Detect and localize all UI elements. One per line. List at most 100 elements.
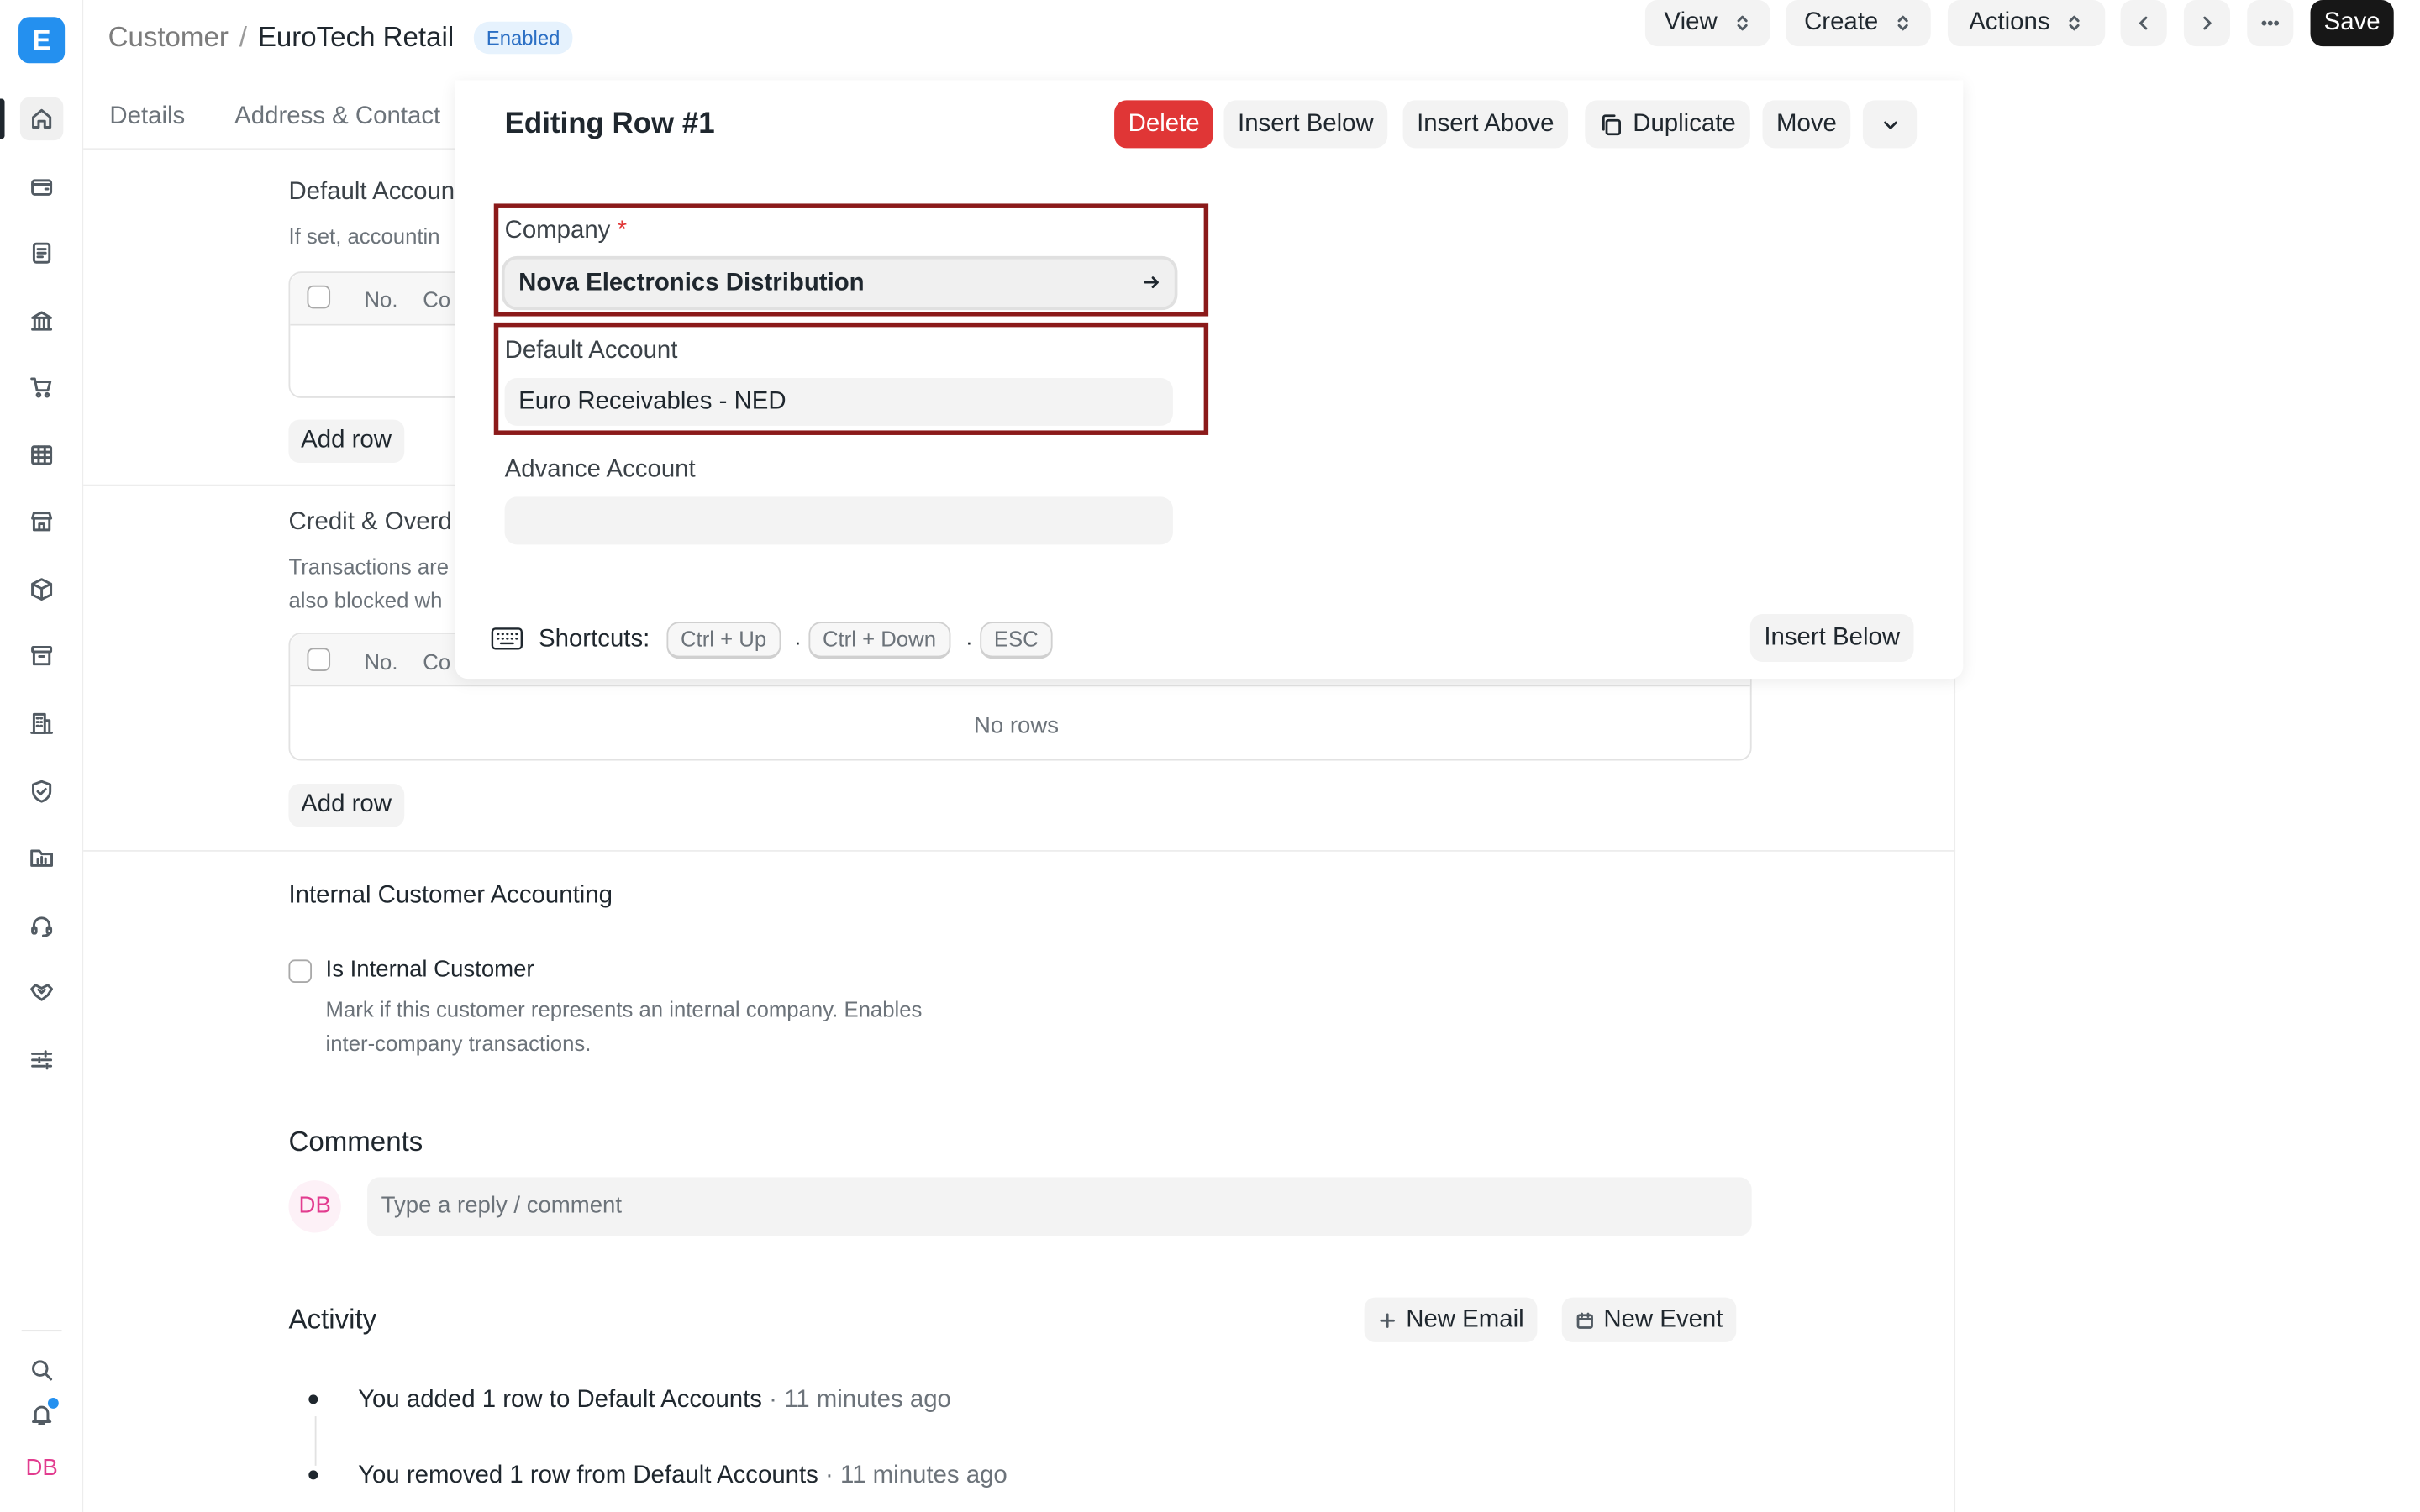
notification-dot [47,1398,59,1409]
user-avatar[interactable]: DB [20,1447,63,1490]
select-all-checkbox[interactable] [307,648,331,671]
duplicate-row-button[interactable]: Duplicate [1585,100,1750,149]
tab-details[interactable]: Details [109,103,185,131]
actions-label: Actions [1969,9,2050,36]
duplicate-label: Duplicate [1633,111,1736,138]
company-label: Company * [505,218,627,245]
more-options-button[interactable] [2247,0,2294,47]
package-icon[interactable] [20,568,63,611]
footer-insert-below-button[interactable]: Insert Below [1749,614,1914,662]
new-event-label: New Event [1603,1305,1723,1332]
activity-title: Activity [288,1304,377,1335]
new-email-button[interactable]: New Email [1364,1297,1539,1342]
insert-above-button[interactable]: Insert Above [1402,100,1569,149]
sliders-icon[interactable] [20,1038,63,1081]
default-accounts-title: Default Accoun [288,179,455,206]
shortcuts-label: Shortcuts: [539,626,650,653]
move-row-button[interactable]: Move [1762,100,1851,149]
new-event-button[interactable]: New Event [1561,1297,1737,1342]
comments-title: Comments [288,1126,424,1158]
add-row-button[interactable]: Add row [288,784,404,827]
store-icon[interactable] [20,500,63,543]
bank-icon[interactable] [20,299,63,342]
shortcut-ctrl-up: Ctrl + Up [666,622,781,659]
section-divider [83,850,1956,852]
is-internal-customer-checkbox[interactable] [288,959,313,983]
advance-account-input[interactable] [504,496,1173,545]
is-internal-customer-label[interactable]: Is Internal Customer [326,957,534,983]
column-company: Co [423,649,451,675]
shortcut-ctrl-down: Ctrl + Down [808,622,950,659]
chevron-updown-icon [1736,15,1748,31]
view-button[interactable]: View [1644,0,1770,47]
select-all-checkbox[interactable] [307,285,331,309]
archive-icon[interactable] [20,634,63,677]
folder-chart-icon[interactable] [20,836,63,879]
wallet-icon[interactable] [20,165,63,208]
arrow-right-icon[interactable] [1142,273,1160,291]
create-label: Create [1804,9,1879,36]
page-title: EuroTech Retail [257,21,455,53]
building-icon[interactable] [20,702,63,745]
calendar-icon [1576,1311,1593,1328]
keyboard-icon [491,627,523,650]
next-record-button[interactable] [2183,0,2231,47]
chevron-left-icon [2139,16,2148,30]
search-icon[interactable] [20,1348,63,1391]
activity-time: · 11 minutes ago [769,1387,951,1414]
home-icon[interactable] [19,97,64,141]
comment-avatar: DB [288,1180,341,1233]
activity-text: You removed 1 row from Default Accounts [358,1462,818,1489]
actions-button[interactable]: Actions [1947,0,2106,47]
document-icon[interactable] [20,232,63,275]
chevron-right-icon [2203,16,2212,30]
app-logo[interactable]: E [18,17,66,64]
delete-row-button[interactable]: Delete [1114,100,1214,149]
content-border [1954,679,1956,1512]
default-accounts-description: If set, accountin [288,223,440,249]
breadcrumb-separator: / [239,21,247,53]
chevron-updown-icon [2069,15,2081,31]
breadcrumb: Customer / EuroTech Retail Enabled [108,21,573,55]
page-header: Customer / EuroTech Retail Enabled View … [83,0,2420,81]
status-badge: Enabled [474,21,573,55]
column-no: No. [364,649,398,675]
chevron-down-icon [1883,120,1897,129]
company-input[interactable]: Nova Electronics Distribution [504,259,1175,307]
bell-icon[interactable] [20,1394,63,1436]
internal-section-title: Internal Customer Accounting [288,882,613,909]
shortcut-esc: ESC [980,622,1053,659]
copy-icon [1602,113,1621,135]
default-accounts-table: No. Co [288,271,474,398]
save-button[interactable]: Save [2310,0,2394,47]
empty-state: No rows [973,712,1060,739]
insert-below-button[interactable]: Insert Below [1223,100,1388,149]
create-button[interactable]: Create [1786,0,1931,47]
cart-icon[interactable] [20,365,63,408]
previous-record-button[interactable] [2120,0,2167,47]
shortcut-separator: . [965,624,972,650]
shortcut-separator: . [794,624,802,650]
chevron-updown-icon [1897,15,1908,31]
activity-item: You added 1 row to Default Accounts · 11… [358,1387,951,1415]
shield-icon[interactable] [20,770,63,813]
sidebar-divider [21,1330,62,1332]
column-company: Co [423,286,451,312]
company-value: Nova Electronics Distribution [518,270,865,297]
advance-account-label: Advance Account [504,456,696,483]
activity-item: You removed 1 row from Default Accounts … [358,1462,1007,1490]
add-row-button[interactable]: Add row [288,419,404,464]
table-icon[interactable] [20,433,63,476]
breadcrumb-parent[interactable]: Customer [108,22,229,55]
dialog-title: Editing Row #1 [504,108,715,141]
headset-icon[interactable] [20,904,63,947]
new-email-label: New Email [1406,1305,1524,1332]
handshake-icon[interactable] [20,970,63,1013]
dialog-collapse-button[interactable] [1862,100,1918,149]
comment-input[interactable]: Type a reply / comment [367,1177,1752,1236]
section-divider [83,484,455,486]
default-account-input[interactable]: Euro Receivables - NED [504,377,1173,426]
tab-address-contact[interactable]: Address & Contact [234,103,440,131]
activity-timeline [314,1416,317,1466]
edit-row-dialog: Editing Row #1 Delete Insert Below Inser… [455,80,1964,680]
